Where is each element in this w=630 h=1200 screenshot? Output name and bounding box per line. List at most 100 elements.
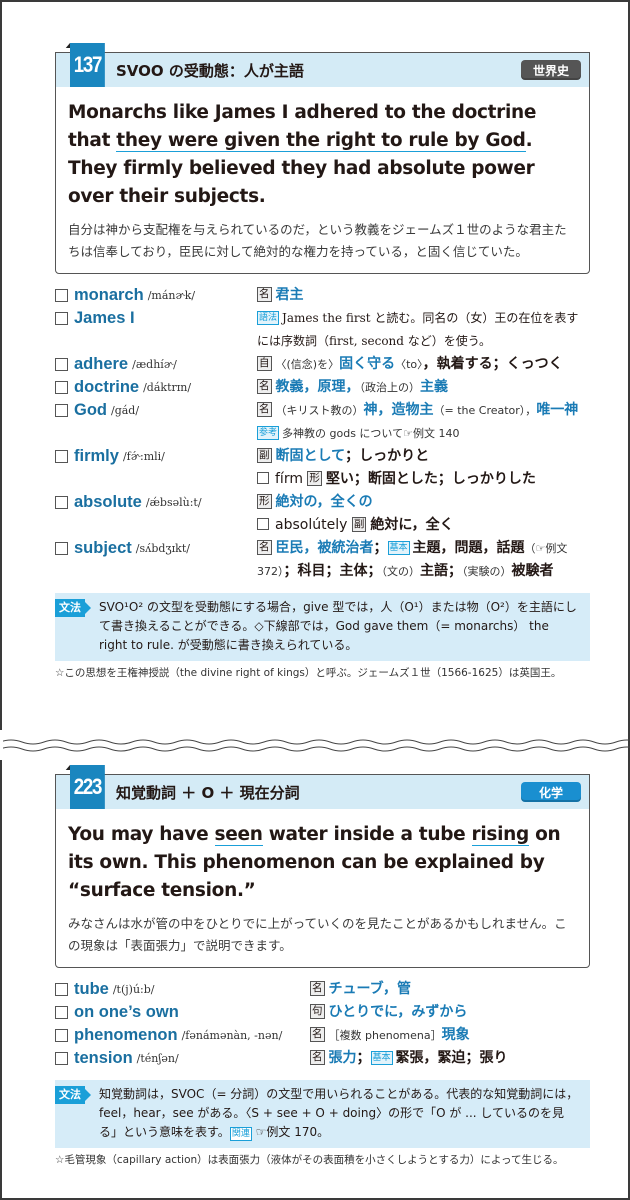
underlined-phrase: seen bbox=[214, 824, 263, 846]
checkbox[interactable] bbox=[55, 496, 68, 509]
checkbox[interactable] bbox=[257, 472, 269, 484]
part-of-speech-badge: 名 bbox=[310, 1027, 325, 1042]
checkbox[interactable] bbox=[55, 312, 68, 325]
derived-word-text: absolútely bbox=[275, 517, 352, 533]
meaning-text: 被験者 bbox=[511, 563, 554, 579]
meaning-text: 主題，問題，話題 bbox=[412, 540, 525, 556]
meaning-text: ；科目；主体； bbox=[283, 563, 382, 579]
checkbox[interactable] bbox=[55, 289, 68, 302]
pronunciation: /fənámənàn, -nən/ bbox=[181, 1029, 283, 1042]
grammar-label: 文法 bbox=[55, 1086, 91, 1104]
part-of-speech-badge: 名 bbox=[310, 1050, 325, 1065]
part-of-speech-badge: 名 bbox=[257, 402, 272, 417]
subject-badge: 化学 bbox=[521, 782, 581, 802]
usage-tag: 語法 bbox=[257, 311, 280, 325]
vocab-meaning: 句ひとりでに，みずから bbox=[310, 1001, 590, 1024]
meaning-text: 〈(信念)を〉 bbox=[275, 358, 340, 371]
grammar-note: 文法 SVO¹O² の文型を受動態にする場合，give 型では，人（O¹）または… bbox=[55, 593, 590, 661]
pronunciation: /dáktrɪn/ bbox=[143, 381, 192, 394]
part-of-speech-badge: 自 bbox=[257, 356, 272, 371]
meaning-text: 絶対の，全くの bbox=[275, 494, 373, 510]
part-of-speech-badge: 句 bbox=[310, 1004, 325, 1019]
vocab-meaning: 名 ［複数 phenomena］現象 bbox=[310, 1024, 590, 1047]
vocab-meaning: 名臣民，被統治者； 基本 主題，問題，話題（☞例文 372）；科目；主体；（文の）主… bbox=[257, 537, 590, 583]
checkbox[interactable] bbox=[55, 404, 68, 417]
meaning-text: ，執着する；くっつく bbox=[422, 356, 563, 372]
vocab-headword: tension/ténʃən/ bbox=[55, 1047, 310, 1070]
meaning-text: 教義，原理， bbox=[275, 379, 360, 395]
underlined-phrase: they were given the right to rule by God bbox=[116, 130, 526, 152]
checkbox[interactable] bbox=[257, 518, 269, 530]
checkbox[interactable] bbox=[55, 983, 68, 996]
meaning-text: 臣民，被統治者 bbox=[275, 540, 374, 556]
meaning-text: （実験の） bbox=[462, 565, 512, 578]
vocab-headword: on one’s own bbox=[55, 1001, 310, 1024]
subject-badge: 世界史 bbox=[521, 60, 581, 80]
example-header: 137 SVOO の受動態：人が主語 世界史 bbox=[56, 43, 589, 87]
vocab-headword: adhere/ædhíɚ/ bbox=[55, 353, 257, 376]
meaning-text bbox=[578, 402, 592, 418]
vocab-item: subject/sʌ́bdʒɪkt/名臣民，被統治者； 基本 主題，問題，話題（☞例… bbox=[55, 537, 590, 583]
part-of-speech-badge: 名 bbox=[257, 287, 272, 302]
vocab-word: tension bbox=[74, 1049, 133, 1067]
vocab-meaning: 名教義，原理，（政治上の）主義 bbox=[257, 376, 590, 399]
checkbox[interactable] bbox=[55, 1029, 68, 1042]
meaning-text: James the first と読む。同名の（女）王の在位を表すには序数詞（f… bbox=[257, 311, 579, 348]
meaning-text: 断固として bbox=[275, 448, 346, 464]
checkbox[interactable] bbox=[55, 450, 68, 463]
vocab-headword: doctrine/dáktrɪn/ bbox=[55, 376, 257, 399]
example-header: 223 知覚動詞 ＋ O ＋ 現在分詞 化学 bbox=[56, 765, 589, 809]
vocab-word: God bbox=[74, 401, 107, 419]
grammar-label: 文法 bbox=[55, 599, 91, 617]
part-of-speech-badge: 名 bbox=[310, 981, 325, 996]
checkbox[interactable] bbox=[55, 381, 68, 394]
meaning-text: （政治上の） bbox=[359, 381, 421, 394]
vocab-item: phenomenon/fənámənàn, -nən/名 ［複数 phenomen… bbox=[55, 1024, 590, 1047]
checkbox[interactable] bbox=[55, 1006, 68, 1019]
vocab-headword: God/gád/ bbox=[55, 399, 257, 422]
meaning-text: （= the Creator）， bbox=[433, 404, 537, 417]
part-of-speech-badge: 名 bbox=[257, 540, 272, 555]
vocab-meaning: 自〈(信念)を〉固く守る〈to〉，執着する；くっつく bbox=[257, 353, 590, 376]
vocab-list: tube/t(j)ú:b/名チューブ，管 on one’s own 句ひとりでに，み… bbox=[55, 978, 590, 1070]
meaning-text: 現象 bbox=[441, 1027, 470, 1043]
meaning-text: 主義 bbox=[420, 379, 448, 395]
meaning-text: 緊張，緊迫；張り bbox=[395, 1050, 508, 1066]
vocab-word: tube bbox=[74, 980, 109, 998]
meaning-text: 神，造物主 bbox=[363, 402, 434, 418]
part-of-speech-badge: 副 bbox=[257, 448, 272, 463]
meaning-text: （キリスト教の） bbox=[275, 404, 364, 417]
checkbox[interactable] bbox=[55, 358, 68, 371]
vocab-item: firmly/fɚ́:mli/副断固として；しっかりと fírm 形堅い；断固とし… bbox=[55, 445, 590, 491]
checkbox[interactable] bbox=[55, 1052, 68, 1065]
underlined-phrase: rising bbox=[471, 824, 529, 846]
vocab-item: monarch/mánɚk/名君主 bbox=[55, 284, 590, 307]
vocab-headword: absolute/ǽbsəlù:t/ bbox=[55, 491, 257, 514]
pronunciation: /fɚ́:mli/ bbox=[122, 450, 165, 463]
vocab-item: absolute/ǽbsəlù:t/形絶対の，全くの absolútely 副絶対… bbox=[55, 491, 590, 537]
footnote: ☆この思想を王権神授説（the divine right of kings）と呼… bbox=[55, 667, 562, 679]
note-tag: 基本 bbox=[370, 1051, 393, 1065]
note-tag: 基本 bbox=[387, 541, 410, 555]
checkbox[interactable] bbox=[55, 542, 68, 555]
meaning-text: 張力 bbox=[328, 1050, 357, 1066]
vocab-meaning: 名君主 bbox=[257, 284, 590, 307]
meaning-text: ； bbox=[356, 1050, 371, 1066]
vocab-word: James I bbox=[74, 309, 135, 327]
related-tag: 関連 bbox=[229, 1127, 252, 1141]
english-sentence: Monarchs like James I adhered to the doc… bbox=[68, 99, 577, 211]
meaning-text: 多神教の gods について☞例文 140 bbox=[282, 427, 460, 440]
vocab-headword: phenomenon/fənámənàn, -nən/ bbox=[55, 1024, 310, 1047]
part-of-speech-badge: 副 bbox=[351, 517, 367, 532]
vocab-list: monarch/mánɚk/名君主 James I 語法 James the firs… bbox=[55, 284, 590, 583]
vocab-word: subject bbox=[74, 539, 132, 557]
vocab-item: on one’s own 句ひとりでに，みずから bbox=[55, 1001, 590, 1024]
vocab-word: phenomenon bbox=[74, 1026, 178, 1044]
vocab-headword: subject/sʌ́bdʒɪkt/ bbox=[55, 537, 257, 560]
footnote: ☆毛管現象（capillary action）は表面張力（液体がその表面積を小さ… bbox=[55, 1154, 564, 1166]
note-tag: 参考 bbox=[257, 426, 280, 440]
vocab-meaning: 名チューブ，管 bbox=[310, 978, 590, 1001]
vocab-item: adhere/ædhíɚ/自〈(信念)を〉固く守る〈to〉，執着する；くっつく bbox=[55, 353, 590, 376]
vocab-item: doctrine/dáktrɪn/名教義，原理，（政治上の）主義 bbox=[55, 376, 590, 399]
meaning-text: ひとりでに，みずから bbox=[328, 1004, 468, 1020]
